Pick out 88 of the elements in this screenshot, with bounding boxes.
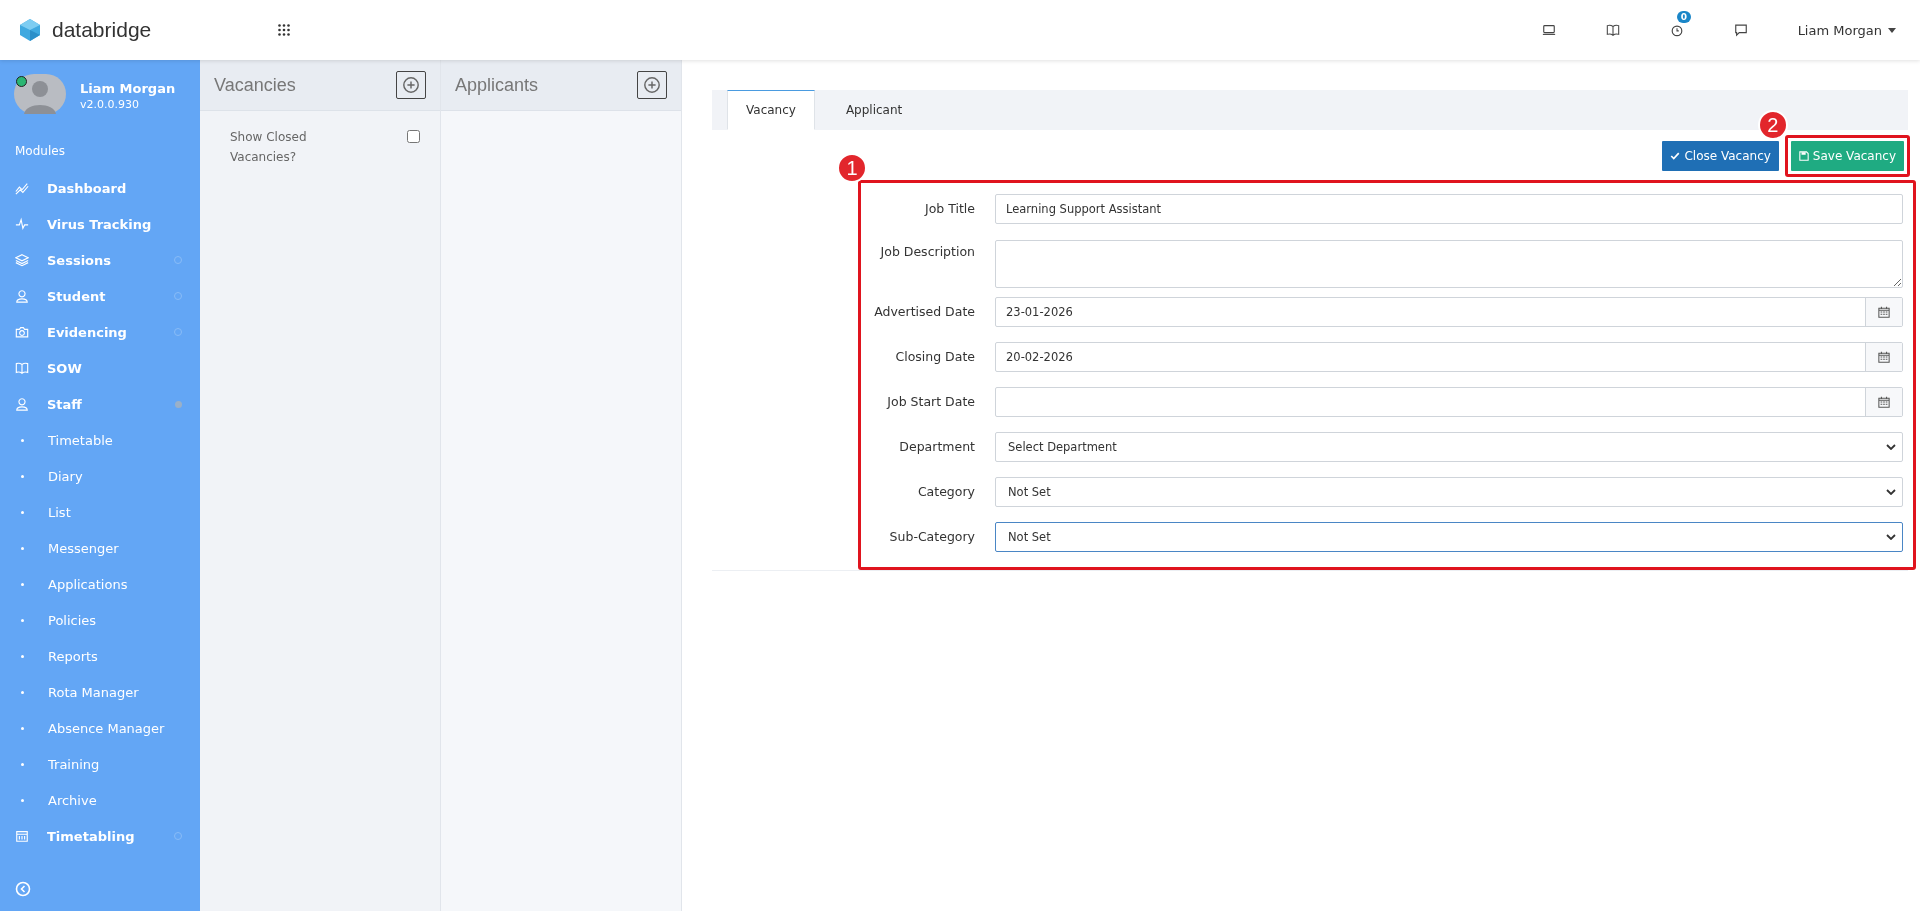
- chart-icon: [15, 181, 29, 195]
- bullet-icon: [21, 546, 24, 550]
- sidebar-item[interactable]: Messenger: [0, 530, 200, 566]
- select-field[interactable]: Select Department: [995, 431, 1903, 462]
- bullet-icon: [21, 474, 24, 478]
- sidebar-item[interactable]: Training: [0, 746, 200, 782]
- sidebar-item[interactable]: Diary: [0, 458, 200, 494]
- profile-name: Liam Morgan: [80, 81, 176, 96]
- sidebar-item[interactable]: Staff: [0, 386, 200, 422]
- notification-badge: 0: [1676, 11, 1691, 23]
- camera-icon: [15, 325, 29, 339]
- chevron-down-icon: [1886, 488, 1896, 495]
- bullet-icon: [21, 438, 24, 442]
- user-menu[interactable]: Liam Morgan: [1797, 22, 1896, 38]
- calendar-icon: [1878, 305, 1890, 318]
- layers-icon: [15, 253, 29, 267]
- calendar-icon: [1878, 395, 1890, 408]
- field-label: Job Description: [879, 243, 975, 259]
- laptop-icon[interactable]: [1541, 23, 1556, 37]
- sidebar-item[interactable]: Applications: [0, 566, 200, 602]
- textarea-field[interactable]: [995, 240, 1903, 288]
- sidebar-item[interactable]: Student: [0, 278, 200, 314]
- field-label: Job Start Date: [885, 394, 975, 409]
- bullet-icon: [21, 726, 24, 730]
- date-field[interactable]: 20-02-2026: [995, 341, 1903, 372]
- checkbox[interactable]: [407, 130, 420, 143]
- logo-icon: [18, 18, 42, 42]
- brand-name: databridge: [52, 18, 152, 42]
- close-vacancy-button[interactable]: Close Vacancy: [1662, 141, 1779, 171]
- sidebar-item[interactable]: Archive: [0, 782, 200, 818]
- date-field[interactable]: 23-01-2026: [995, 296, 1903, 327]
- field-label: Advertised Date: [873, 304, 975, 319]
- bullet-icon: [21, 654, 24, 658]
- person-icon: [15, 289, 29, 303]
- bullet-icon: [21, 762, 24, 766]
- tab[interactable]: Vacancy: [727, 90, 815, 130]
- pulse-icon: [15, 217, 29, 231]
- panel-title: Applicants: [455, 74, 539, 96]
- plus-circle-icon: [643, 76, 661, 94]
- check-icon: [1670, 151, 1681, 161]
- field-label: Category: [916, 484, 975, 499]
- sidebar-item[interactable]: Absence Manager: [0, 710, 200, 746]
- calendar-icon: [15, 829, 29, 843]
- book-icon: [15, 361, 29, 375]
- field-label: Job Title: [923, 201, 975, 216]
- calendar-icon: [1878, 350, 1890, 363]
- sidebar-item[interactable]: Sessions: [0, 242, 200, 278]
- timer-icon[interactable]: [1669, 23, 1684, 37]
- field-label: Department: [898, 439, 975, 454]
- sidebar-item[interactable]: Evidencing: [0, 314, 200, 350]
- checkbox-label: Show Closed Vacancies?: [230, 129, 308, 166]
- avatar-icon: [14, 74, 66, 114]
- chevron-down-icon: [1886, 533, 1896, 540]
- field-label: Sub-Category: [888, 529, 975, 544]
- save-vacancy-button[interactable]: Save Vacancy: [1790, 141, 1904, 171]
- sidebar-item[interactable]: Virus Tracking: [0, 206, 200, 242]
- sidebar-item[interactable]: Reports: [0, 638, 200, 674]
- bullet-icon: [21, 690, 24, 694]
- sidebar-item[interactable]: Rota Manager: [0, 674, 200, 710]
- add-button[interactable]: [396, 71, 426, 99]
- sidebar-item[interactable]: List: [0, 494, 200, 530]
- chevron-down-icon: [1886, 443, 1896, 450]
- select-field[interactable]: Not Set: [995, 521, 1903, 552]
- book-icon[interactable]: [1605, 23, 1620, 37]
- tab[interactable]: Applicant: [826, 90, 922, 130]
- sidebar-item[interactable]: SOW: [0, 350, 200, 386]
- version-text: v2.0.0.930: [80, 98, 140, 111]
- select-field[interactable]: Not Set: [995, 476, 1903, 507]
- apps-grid-icon[interactable]: [278, 24, 290, 36]
- bullet-icon: [21, 582, 24, 586]
- field-label: Closing Date: [894, 349, 975, 364]
- sidebar-item[interactable]: Timetable: [0, 422, 200, 458]
- callout-badge: 1: [837, 153, 867, 183]
- bullet-icon: [21, 510, 24, 514]
- modules-heading: Modules: [14, 143, 66, 160]
- sidebar-item[interactable]: Timetabling: [0, 818, 200, 854]
- chat-icon[interactable]: [1733, 23, 1748, 37]
- input-field[interactable]: Learning Support Assistant: [995, 193, 1903, 224]
- bullet-icon: [21, 618, 24, 622]
- date-field[interactable]: [995, 386, 1903, 417]
- panel-title: Vacancies: [214, 74, 296, 96]
- sidebar-item[interactable]: Policies: [0, 602, 200, 638]
- caret-icon: [1888, 27, 1896, 33]
- add-button[interactable]: [637, 71, 667, 99]
- bullet-icon: [21, 798, 24, 802]
- sidebar-item[interactable]: Dashboard: [0, 170, 200, 206]
- person-icon: [15, 397, 29, 411]
- plus-circle-icon: [402, 76, 420, 94]
